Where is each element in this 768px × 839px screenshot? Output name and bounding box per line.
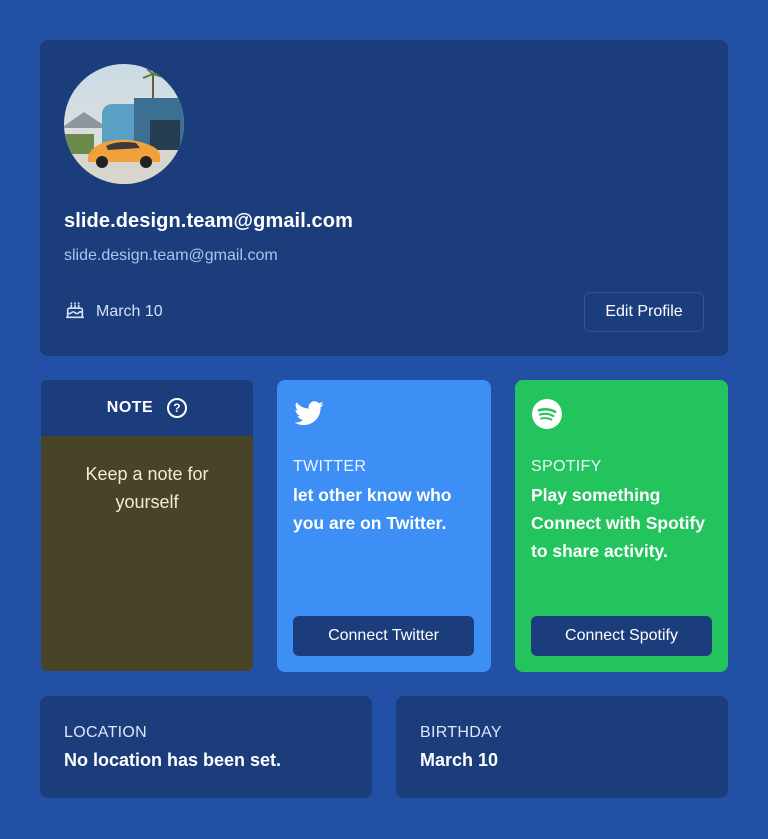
- note-header: NOTE ?: [41, 380, 253, 436]
- twitter-card: TWITTER let other know who you are on Tw…: [277, 380, 491, 672]
- help-icon[interactable]: ?: [167, 398, 188, 418]
- spotify-card: SPOTIFY Play something Connect with Spot…: [515, 380, 728, 672]
- cake-icon: [64, 299, 86, 326]
- birthday-label: BIRTHDAY: [420, 724, 502, 741]
- location-value: No location has been set.: [64, 750, 282, 770]
- profile-card: slide.design.team@gmail.com slide.design…: [40, 40, 728, 356]
- birthday-value: March 10: [420, 750, 499, 770]
- note-title: NOTE: [106, 399, 154, 416]
- twitter-bird-icon: [293, 398, 325, 430]
- note-textarea[interactable]: Keep a note for yourself: [41, 436, 253, 516]
- connect-twitter-button[interactable]: Connect Twitter: [293, 616, 474, 656]
- profile-birthday-text: March 10: [96, 303, 163, 320]
- birthday-card: BIRTHDAY March 10: [396, 696, 728, 798]
- twitter-label: TWITTER: [293, 458, 367, 475]
- profile-birthday: March 10: [64, 300, 163, 324]
- profile-name: slide.design.team@gmail.com: [64, 210, 353, 232]
- twitter-description: let other know who you are on Twitter.: [293, 485, 452, 533]
- avatar[interactable]: [64, 64, 184, 184]
- location-card: LOCATION No location has been set.: [40, 696, 372, 798]
- edit-profile-button[interactable]: Edit Profile: [584, 292, 704, 332]
- note-card: NOTE ? Keep a note for yourself: [41, 380, 253, 671]
- spotify-label: SPOTIFY: [531, 458, 602, 475]
- spotify-icon: [531, 398, 563, 430]
- connect-spotify-button[interactable]: Connect Spotify: [531, 616, 712, 656]
- spotify-description: Play something Connect with Spotify to s…: [531, 485, 706, 561]
- avatar-image: [64, 64, 184, 184]
- profile-email: slide.design.team@gmail.com: [64, 247, 278, 264]
- location-label: LOCATION: [64, 724, 148, 741]
